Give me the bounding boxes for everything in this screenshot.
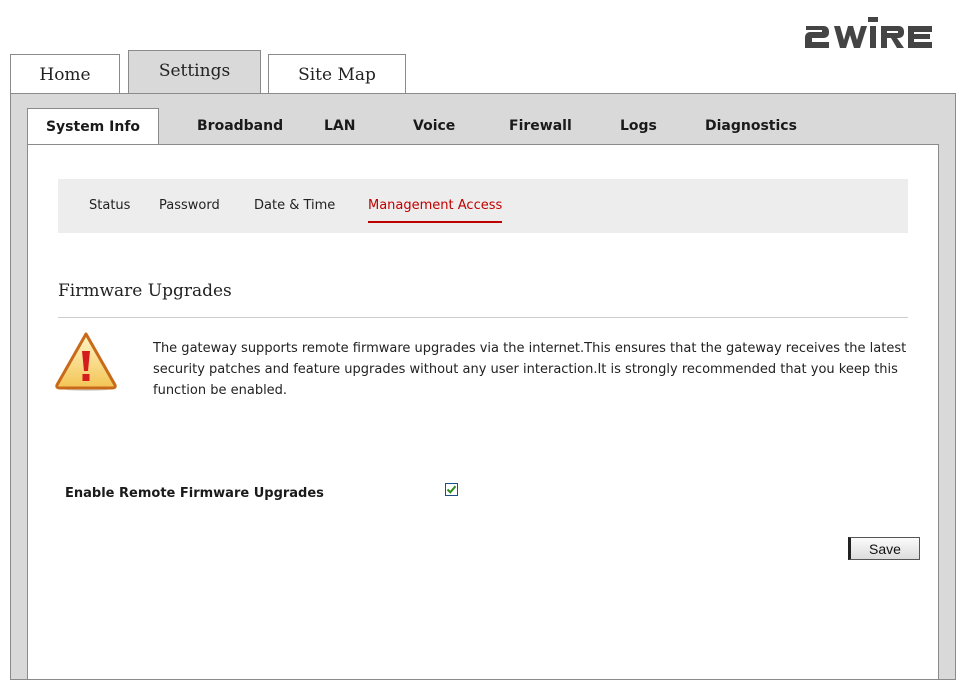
section-link-management-access[interactable]: Management Access: [368, 198, 503, 223]
subtab-label: System Info: [45, 119, 141, 135]
tab-home[interactable]: Home: [10, 54, 120, 94]
section-link-status[interactable]: Status: [89, 198, 130, 213]
tab-label: Site Map: [298, 64, 376, 85]
content-panel: Status Password Date & Time Management A…: [27, 144, 939, 680]
tab-label: Home: [39, 64, 91, 85]
subtab-lan[interactable]: LAN: [324, 118, 355, 134]
subtab-diagnostics[interactable]: Diagnostics: [705, 118, 797, 134]
top-nav: Home Settings Site Map: [10, 50, 958, 94]
tab-label: Settings: [158, 60, 231, 81]
section-link-password[interactable]: Password: [159, 198, 220, 213]
brand-logo: [802, 14, 952, 54]
save-button[interactable]: Save: [848, 537, 920, 560]
section-nav: Status Password Date & Time Management A…: [58, 179, 908, 233]
subtab-firewall[interactable]: Firewall: [509, 118, 572, 134]
subtab-broadband[interactable]: Broadband: [197, 118, 283, 134]
section-link-date-time[interactable]: Date & Time: [254, 198, 335, 213]
subtab-voice[interactable]: Voice: [413, 118, 455, 134]
heading-divider: [58, 317, 908, 318]
warning-triangle-icon: [54, 331, 118, 393]
sub-nav: System Info Broadband LAN Voice Firewall…: [27, 108, 941, 145]
enable-remote-upgrades-label: Enable Remote Firmware Upgrades: [65, 486, 324, 501]
warning-message: The gateway supports remote firmware upg…: [153, 341, 907, 398]
subtab-system-info[interactable]: System Info: [27, 108, 159, 145]
subtab-logs[interactable]: Logs: [620, 118, 657, 134]
settings-frame: System Info Broadband LAN Voice Firewall…: [10, 93, 956, 680]
checkmark-icon: [446, 485, 457, 494]
enable-remote-upgrades-checkbox[interactable]: [445, 483, 458, 496]
tab-site-map[interactable]: Site Map: [268, 54, 406, 94]
tab-settings[interactable]: Settings: [128, 50, 261, 94]
section-heading: Firmware Upgrades: [58, 281, 232, 301]
